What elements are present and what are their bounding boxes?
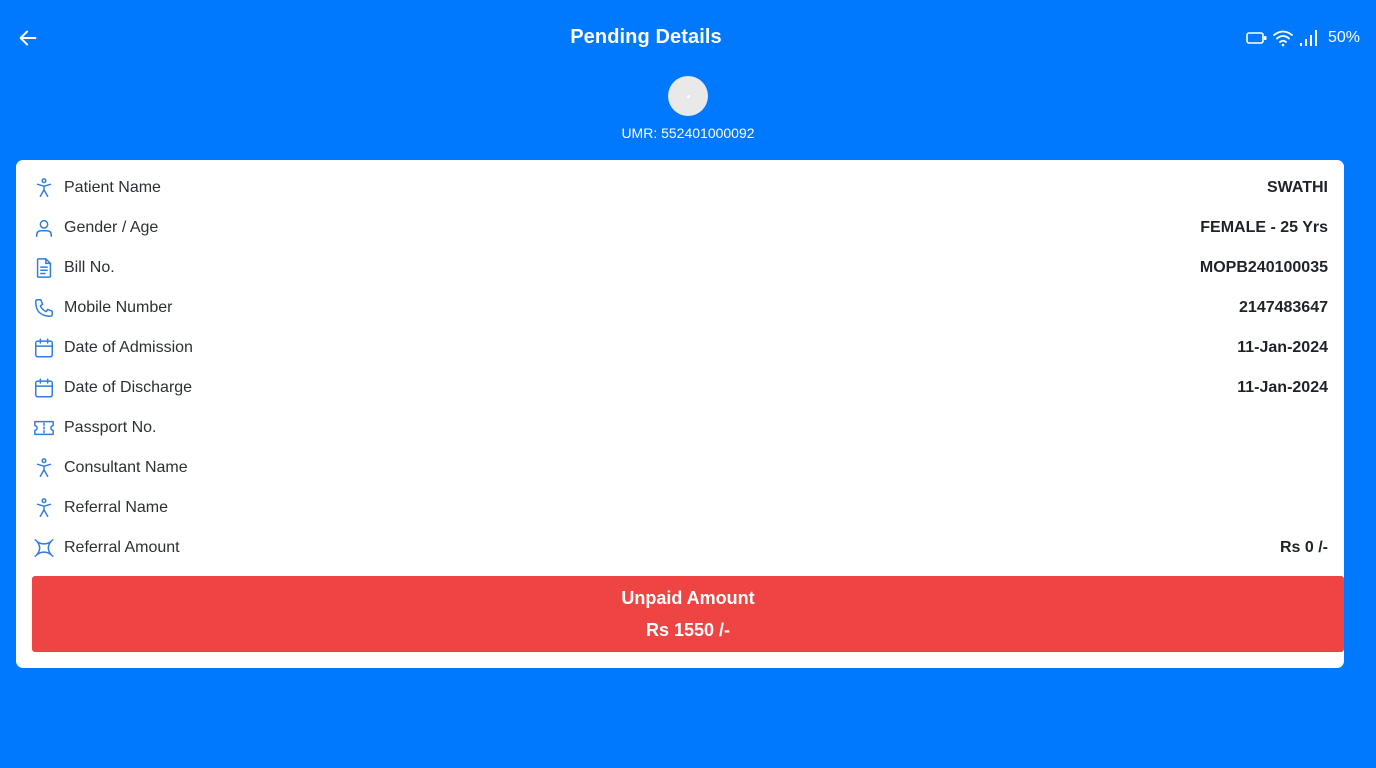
- document-icon: [36, 258, 52, 278]
- detail-value: 11-Jan-2024: [1237, 379, 1328, 396]
- detail-row-date-of-admission: Date of Admission 11-Jan-2024: [32, 328, 1328, 368]
- page-title: Pending Details: [570, 26, 722, 48]
- detail-value: SWATHI: [1266, 179, 1328, 196]
- person-icon: [36, 498, 52, 517]
- detail-row-bill-no: Bill No. MOPB240100035: [32, 248, 1328, 288]
- wifi-icon: [1273, 30, 1293, 47]
- detail-label: Consultant Name: [64, 459, 188, 476]
- avatar-dot: [686, 94, 690, 98]
- detail-label: Referral Amount: [64, 539, 180, 556]
- detail-row-consultant-name: Consultant Name: [32, 448, 1328, 488]
- detail-value: 11-Jan-2024: [1237, 339, 1328, 356]
- avatar: [668, 76, 708, 116]
- detail-row-mobile-number: Mobile Number 2147483647: [32, 288, 1328, 328]
- calendar-icon: [35, 378, 53, 398]
- detail-label: Patient Name: [64, 179, 161, 196]
- unpaid-amount-label: Unpaid Amount: [621, 588, 755, 608]
- detail-label: Gender / Age: [64, 219, 159, 236]
- detail-row-referral-amount: Referral Amount Rs 0 /-: [32, 528, 1328, 568]
- detail-label: Referral Name: [64, 499, 169, 516]
- phone-icon: [35, 299, 53, 317]
- detail-label: Date of Discharge: [64, 379, 193, 396]
- currency-icon: [34, 539, 54, 557]
- detail-row-patient-name: Patient Name SWATHI: [32, 168, 1328, 208]
- status-bar: 50%: [1246, 28, 1360, 48]
- signal-icon: [1299, 30, 1317, 46]
- umr-number: UMR: 552401000092: [621, 125, 755, 141]
- detail-row-referral-name: Referral Name: [32, 488, 1328, 528]
- detail-row-date-of-discharge: Date of Discharge 11-Jan-2024: [32, 368, 1328, 408]
- detail-label: Mobile Number: [64, 299, 173, 316]
- battery-icon: [1246, 32, 1267, 44]
- person-icon: [36, 178, 52, 197]
- detail-label: Bill No.: [64, 259, 115, 276]
- detail-value: FEMALE - 25 Yrs: [1200, 219, 1328, 236]
- detail-row-passport-no: Passport No.: [32, 408, 1328, 448]
- calendar-icon: [35, 338, 53, 358]
- user-icon: [35, 219, 53, 237]
- detail-value: Rs 0 /-: [1279, 539, 1328, 556]
- unpaid-amount-banner[interactable]: Unpaid Amount Rs 1550 /-: [32, 576, 1344, 652]
- app-root: Pending Details 50% UMR: 552401000092 Pa…: [0, 0, 1376, 768]
- detail-label: Date of Admission: [64, 339, 193, 356]
- detail-label: Passport No.: [64, 419, 157, 436]
- unpaid-amount-value: Rs 1550 /-: [645, 620, 731, 640]
- details-card: Patient Name SWATHI Gender / Age FEMALE …: [16, 160, 1344, 668]
- person-icon: [36, 458, 52, 477]
- detail-row-gender-age: Gender / Age FEMALE - 25 Yrs: [32, 208, 1328, 248]
- ticket-icon: [34, 420, 54, 436]
- detail-value: MOPB240100035: [1199, 259, 1328, 276]
- detail-value: 2147483647: [1239, 299, 1328, 316]
- app-header: Pending Details 50%: [0, 0, 1376, 76]
- battery-percent: 50%: [1327, 29, 1360, 46]
